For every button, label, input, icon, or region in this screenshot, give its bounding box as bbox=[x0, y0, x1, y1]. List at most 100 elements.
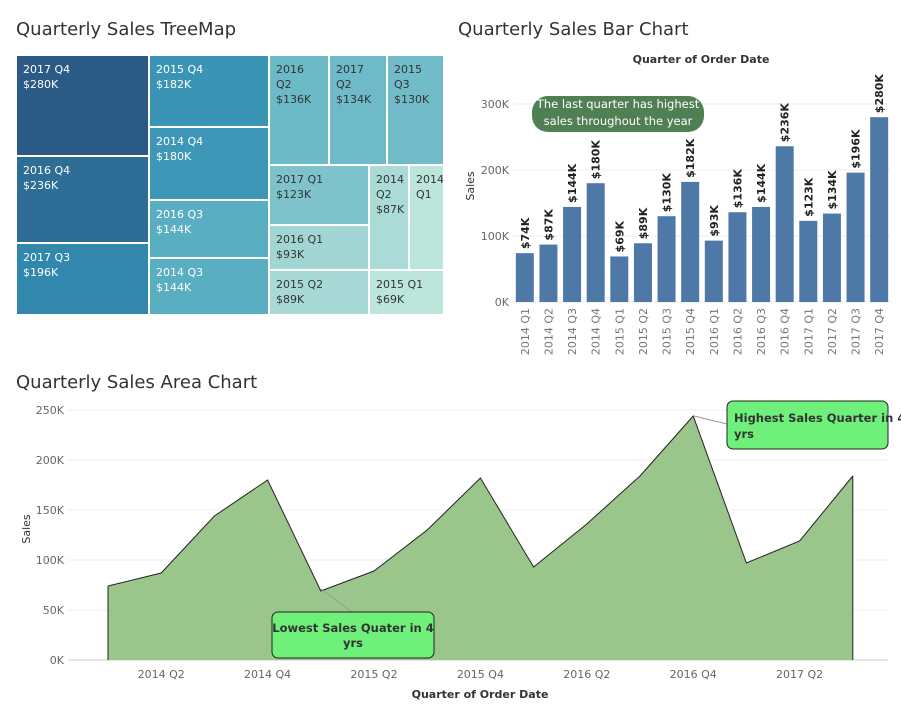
treemap-cell-label: 2016 Q3 bbox=[156, 208, 204, 221]
bar-data-label: $136K bbox=[731, 169, 744, 209]
bar-x-tick-label: 2017 Q3 bbox=[850, 308, 863, 355]
bar bbox=[704, 240, 723, 302]
treemap-cell-label: 2014 Q3 bbox=[156, 266, 204, 279]
treemap-cell-value: $236K bbox=[23, 179, 59, 192]
bar-y-tick-label: 200K bbox=[481, 164, 510, 177]
bar-data-label: $74K bbox=[519, 217, 532, 249]
bar-data-label: $87K bbox=[542, 209, 555, 241]
treemap-cell-value: $134K bbox=[336, 93, 372, 106]
bar-data-label: $134K bbox=[826, 170, 839, 210]
treemap-cell: 2016 Q3 $144K bbox=[149, 200, 269, 258]
area-x-tick-label: 2014 Q4 bbox=[244, 668, 291, 681]
treemap-cell-value: $93K bbox=[276, 248, 305, 261]
high-annotation-line-2: yrs bbox=[734, 427, 754, 441]
area-y-tick-label: 150K bbox=[36, 504, 65, 517]
area-x-tick-label: 2016 Q4 bbox=[670, 668, 717, 681]
treemap-cell-value: $123K bbox=[276, 188, 312, 201]
bar-data-label: $130K bbox=[661, 173, 674, 213]
bar-x-tick-label: 2017 Q2 bbox=[826, 308, 839, 355]
treemap-cell: 2014 Q3 $144K bbox=[149, 258, 269, 315]
treemap-cell-label: 2014 Q4 bbox=[156, 135, 204, 148]
bar bbox=[822, 213, 841, 302]
bar bbox=[586, 183, 605, 302]
bar-data-label: $144K bbox=[755, 163, 768, 203]
treemap-cell-label: 2017 Q1 bbox=[276, 173, 324, 186]
treemap-cell: 2015 Q1 $69K bbox=[369, 270, 444, 315]
bar-x-tick-label: 2015 Q2 bbox=[637, 308, 650, 355]
bar-chart-header: Quarter of Order Date bbox=[633, 53, 770, 66]
area-chart-title: Quarterly Sales Area Chart bbox=[16, 372, 258, 393]
treemap-cell-label: 2015 Q3 bbox=[394, 63, 422, 91]
area-chart: Sales Quarter of Order Date 0K 50K 100K 150… bbox=[20, 400, 901, 701]
bar-data-label: $144K bbox=[566, 163, 579, 203]
area-x-tick-label: 2015 Q4 bbox=[457, 668, 504, 681]
treemap-cell-value: $180K bbox=[156, 150, 192, 163]
high-annotation-line-1: Highest Sales Quarter in 4 bbox=[734, 411, 901, 425]
bar bbox=[846, 172, 865, 302]
bar-data-label: $180K bbox=[590, 140, 603, 180]
treemap-cell-value: $196K bbox=[23, 266, 59, 279]
treemap-cell-label: 2017 Q3 bbox=[23, 251, 71, 264]
bar-data-label: $69K bbox=[613, 220, 626, 252]
bar-x-tick-label: 2015 Q3 bbox=[661, 308, 674, 355]
low-annotation-line-2: yrs bbox=[343, 636, 363, 650]
treemap-cell: 2014 Q2 $87K bbox=[369, 165, 409, 270]
bar-data-label: $196K bbox=[850, 129, 863, 169]
treemap-cell-label: 2016 Q2 bbox=[276, 63, 304, 91]
treemap-cell: 2017 Q3 $196K bbox=[16, 243, 149, 315]
treemap-cell-label: 2014 bbox=[376, 173, 404, 186]
bar-annotation: The last quarter has highest sales throu… bbox=[532, 96, 704, 132]
bar-x-tick-label: 2015 Q4 bbox=[684, 308, 697, 355]
area-x-axis-label: Quarter of Order Date bbox=[412, 688, 549, 701]
bar-data-label: $89K bbox=[637, 207, 650, 239]
treemap-cell: 2016 Q4 $236K bbox=[16, 156, 149, 243]
treemap-cell: 2017 Q1 $123K bbox=[269, 165, 369, 225]
treemap-cell-value: $144K bbox=[156, 223, 192, 236]
bar-x-tick-label: 2016 Q2 bbox=[731, 308, 744, 355]
bar-annotation-line-1: The last quarter has highest bbox=[536, 97, 700, 111]
low-annotation-box bbox=[271, 611, 435, 659]
area-x-tick-label: 2014 Q2 bbox=[138, 668, 185, 681]
bar-x-tick-label: 2017 Q1 bbox=[802, 308, 815, 355]
treemap-cell-label: 2016 Q4 bbox=[23, 164, 71, 177]
bar-data-label: $123K bbox=[802, 177, 815, 217]
treemap-cell-label: 2016 Q1 bbox=[276, 233, 324, 246]
treemap-cell-label: 2017 Q2 bbox=[336, 63, 364, 91]
area-x-tick-label: 2016 Q2 bbox=[563, 668, 610, 681]
bar-x-tick-label: 2016 Q4 bbox=[779, 308, 792, 355]
area-y-tick-label: 100K bbox=[36, 554, 65, 567]
area-y-axis-label: Sales bbox=[20, 514, 33, 544]
bar-chart: Quarter of Order Date Sales 0K 100K 200K 30… bbox=[464, 53, 891, 355]
bar bbox=[870, 117, 889, 302]
bar-annotation-line-2: sales throughout the year bbox=[544, 114, 693, 128]
treemap-cell: 2017 Q2 $134K bbox=[329, 55, 387, 165]
bar-y-tick-label: 0K bbox=[495, 296, 510, 309]
treemap-cell: 2017 Q4 $280K bbox=[16, 55, 149, 156]
treemap-cell-label: 2015 Q2 bbox=[276, 278, 324, 291]
bar bbox=[752, 206, 771, 302]
treemap-cell: 2015 Q2 $89K bbox=[269, 270, 369, 315]
treemap-cell-value: $182K bbox=[156, 78, 192, 91]
area-fill bbox=[108, 416, 853, 660]
area-y-tick-label: 50K bbox=[43, 604, 65, 617]
bar-data-label: $280K bbox=[873, 74, 886, 114]
bar-x-tick-label: 2014 Q1 bbox=[519, 308, 532, 355]
area-y-tick-label: 250K bbox=[36, 404, 65, 417]
bar bbox=[775, 146, 794, 302]
area-x-tick-label: 2015 Q2 bbox=[350, 668, 397, 681]
bar bbox=[563, 206, 582, 302]
treemap-cell-label: 2017 Q4 bbox=[23, 63, 71, 76]
treemap-cell-label: 2015 Q4 bbox=[156, 63, 204, 76]
bar bbox=[633, 243, 652, 302]
treemap-cell: 2014 Q1 bbox=[409, 165, 444, 270]
bar-data-label: $182K bbox=[684, 138, 697, 178]
bar bbox=[515, 253, 534, 302]
bar-x-tick-label: 2015 Q1 bbox=[613, 308, 626, 355]
area-y-tick-label: 200K bbox=[36, 454, 65, 467]
bar-y-tick-label: 100K bbox=[481, 230, 510, 243]
treemap-title: Quarterly Sales TreeMap bbox=[16, 19, 237, 40]
treemap-cell-value: $87K bbox=[376, 203, 405, 216]
treemap-cell: 2015 Q4 $182K bbox=[149, 55, 269, 127]
bar bbox=[681, 181, 700, 302]
bar-x-tick-label: 2014 Q4 bbox=[590, 308, 603, 355]
